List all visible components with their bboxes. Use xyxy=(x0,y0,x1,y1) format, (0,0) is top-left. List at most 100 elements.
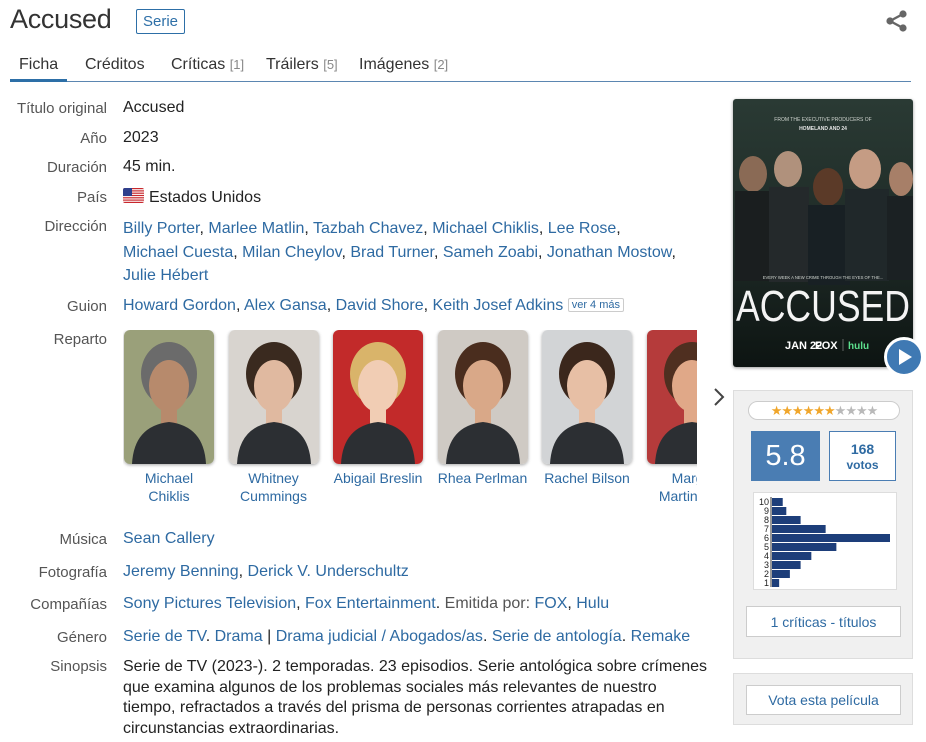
director-link[interactable]: Michael Cuesta xyxy=(123,244,233,261)
genre-link[interactable]: Drama xyxy=(215,628,263,645)
tab-creditos[interactable]: Créditos xyxy=(85,56,145,74)
director-link[interactable]: Billy Porter xyxy=(123,220,199,237)
country-label: País xyxy=(76,189,107,206)
duration: 45 min. xyxy=(123,158,176,175)
tab-criticas[interactable]: Críticas [1] xyxy=(171,56,244,74)
tab-count: [1] xyxy=(229,57,245,72)
director-link[interactable]: Marlee Matlin xyxy=(208,220,304,237)
writer-link[interactable]: Alex Gansa xyxy=(244,297,327,314)
poster-hulu: hulu xyxy=(848,341,869,352)
poster-image[interactable]: FROM THE EXECUTIVE PRODUCERS OF HOMELAND… xyxy=(733,99,913,367)
rating-panel: ★★★★★★★★★★ 5.8 168 votos 10 9 8 7 6 5 4 3 2 1 1 c… xyxy=(733,390,913,659)
cast-photo[interactable] xyxy=(124,330,214,464)
director-link[interactable]: Tazbah Chavez xyxy=(313,220,423,237)
cast-member[interactable]: Margo Martindale xyxy=(646,330,697,505)
photo-label: Fotografía xyxy=(38,564,107,581)
star-empty-icon: ★ xyxy=(866,403,879,418)
script-label: Guion xyxy=(66,298,107,315)
vote-button[interactable]: Vota esta película xyxy=(746,685,901,715)
genre-separator: | xyxy=(267,628,272,645)
poster-tagline: EVERY WEEK A NEW CRIME THROUGH THE EYES … xyxy=(763,275,884,280)
director-link[interactable]: Julie Hébert xyxy=(123,267,208,284)
vote-count[interactable]: 168 votos xyxy=(829,431,896,481)
star-empty-icon: ★ xyxy=(845,403,857,418)
broadcaster-link[interactable]: FOX xyxy=(534,595,567,612)
cast-photo[interactable] xyxy=(542,330,632,464)
star-filled-icon: ★ xyxy=(781,403,793,418)
show-more-writers-button[interactable]: ver 4 más xyxy=(567,298,625,312)
genre-link[interactable]: Serie de TV xyxy=(123,628,206,645)
tab-imagenes[interactable]: Imágenes [2] xyxy=(359,56,448,74)
critics-button[interactable]: 1 críticas - títulos xyxy=(746,606,901,637)
year: 2023 xyxy=(123,129,159,146)
cast-name[interactable]: Abigail Breslin xyxy=(332,469,424,487)
cast-member[interactable]: Rachel Bilson xyxy=(541,330,633,487)
original-title-label: Título original xyxy=(16,100,107,117)
histogram-bar xyxy=(772,543,837,551)
star-rating: ★★★★★★★★★★ xyxy=(748,401,900,420)
type-badge: Serie xyxy=(136,9,186,34)
cinematographer-link[interactable]: Derick V. Underschultz xyxy=(248,563,409,580)
company-link[interactable]: Fox Entertainment xyxy=(305,595,436,612)
tab-ficha[interactable]: Ficha xyxy=(10,56,68,82)
music-label: Música xyxy=(59,531,107,548)
writers-list: Howard Gordon, Alex Gansa, David Shore, … xyxy=(123,297,625,315)
histogram-bar xyxy=(772,507,787,515)
page-title: Accused xyxy=(10,4,112,34)
tab-trailers[interactable]: Tráilers [5] xyxy=(266,56,338,74)
share-icon[interactable] xyxy=(885,10,909,32)
histogram-bar xyxy=(772,570,790,578)
play-trailer-button[interactable] xyxy=(884,337,924,377)
cast-name[interactable]: Whitney Cummings xyxy=(228,469,320,505)
histogram-bar xyxy=(772,534,890,542)
chevron-right-icon[interactable] xyxy=(712,386,726,408)
country-name: Estados Unidos xyxy=(149,189,262,206)
cast-photo[interactable] xyxy=(228,330,319,464)
cast-label: Reparto xyxy=(53,331,107,348)
cast-name[interactable]: Rhea Perlman xyxy=(437,469,529,487)
director-link[interactable]: Lee Rose xyxy=(548,220,617,237)
writer-link[interactable]: Howard Gordon xyxy=(123,297,236,314)
star-filled-icon: ★ xyxy=(813,403,825,418)
writer-link[interactable]: Keith Josef Adkins xyxy=(433,297,564,314)
movie-page: Accused Serie Ficha Créditos Críticas [1… xyxy=(0,0,926,742)
average-score: 5.8 xyxy=(751,431,820,481)
director-link[interactable]: Michael Chiklis xyxy=(432,220,539,237)
cast-photo[interactable] xyxy=(646,330,697,464)
poster-title: ACCUSED xyxy=(736,282,910,331)
poster-network: FOX xyxy=(815,340,838,352)
histogram-bar xyxy=(772,579,780,587)
composer-link[interactable]: Sean Callery xyxy=(123,530,215,547)
cast-member[interactable]: Rhea Perlman xyxy=(437,330,529,487)
cast-photo[interactable] xyxy=(333,330,423,464)
cast-name[interactable]: Michael Chiklis xyxy=(123,469,215,505)
histogram-bar xyxy=(772,561,801,569)
genre-link[interactable]: Remake xyxy=(631,628,691,645)
cast-photo[interactable] xyxy=(437,330,528,464)
cast-name[interactable]: Rachel Bilson xyxy=(541,469,633,487)
cast-member[interactable]: Michael Chiklis xyxy=(123,330,215,505)
star-empty-icon: ★ xyxy=(855,403,868,418)
music: Sean Callery xyxy=(123,530,215,548)
companies-label: Compañías xyxy=(30,596,107,613)
photography-list: Jeremy Benning, Derick V. Underschultz xyxy=(123,563,409,580)
histogram-bar xyxy=(772,552,812,560)
broadcaster-link[interactable]: Hulu xyxy=(576,595,609,612)
genre-link[interactable]: Drama judicial / Abogados/as xyxy=(276,628,483,645)
histogram-label: 1 xyxy=(764,578,769,588)
writer-link[interactable]: David Shore xyxy=(336,297,424,314)
duration-label: Duración xyxy=(46,159,107,176)
star-filled-icon: ★ xyxy=(770,403,783,418)
cast-member[interactable]: Abigail Breslin xyxy=(332,330,424,487)
star-empty-icon: ★ xyxy=(834,403,847,418)
director-link[interactable]: Sameh Zoabi xyxy=(443,244,538,261)
director-link[interactable]: Jonathan Mostow xyxy=(547,244,672,261)
director-link[interactable]: Brad Turner xyxy=(350,244,434,261)
director-link[interactable]: Milan Cheylov xyxy=(242,244,341,261)
company-link[interactable]: Sony Pictures Television xyxy=(123,595,296,612)
genre-list: Serie de TV. Drama | Drama judicial / Ab… xyxy=(123,628,691,645)
cinematographer-link[interactable]: Jeremy Benning xyxy=(123,563,239,580)
cast-name[interactable]: Margo Martindale xyxy=(646,469,697,505)
genre-link[interactable]: Serie de antología xyxy=(492,628,622,645)
cast-member[interactable]: Whitney Cummings xyxy=(228,330,320,505)
